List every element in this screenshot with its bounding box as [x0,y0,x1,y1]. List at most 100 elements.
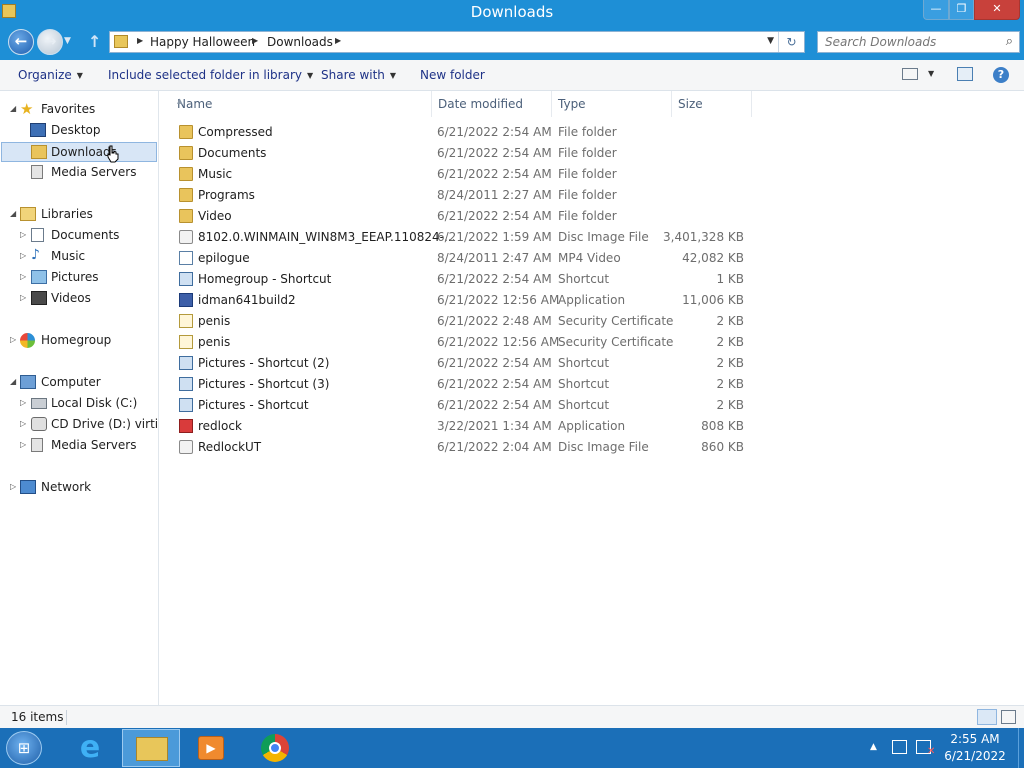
collapsed-arrow-icon[interactable]: ▷ [20,230,26,239]
command-bar: Organize ▼ Include selected folder in lib… [0,60,1024,91]
column-header-size[interactable]: Size [672,91,752,117]
show-desktop-button[interactable] [1018,728,1024,768]
file-name: idman641build2 [198,293,296,307]
up-button[interactable]: ↑ [88,32,101,51]
table-row[interactable]: redlock 3/22/2021 1:34 AM Application 808 K… [159,416,759,437]
table-row[interactable]: 8102.0.WINMAIN_WIN8M3_EEAP.110824-... 6/2… [159,227,759,248]
collapsed-arrow-icon[interactable]: ▷ [10,335,16,344]
taskbar-internet-explorer[interactable]: e [61,729,119,767]
breadcrumb-separator-icon[interactable]: ▶ [137,36,143,45]
table-row[interactable]: Pictures - Shortcut 6/21/2022 2:54 AM Shor… [159,395,759,416]
help-icon[interactable]: ? [993,67,1009,83]
include-in-library-button[interactable]: Include selected folder in library ▼ [108,68,313,82]
new-folder-button[interactable]: New folder [420,68,485,82]
collapsed-arrow-icon[interactable]: ▷ [20,272,26,281]
music-icon: ♪ [31,247,40,263]
nav-videos[interactable]: ▷ Videos [0,289,158,309]
file-type: Security Certificate [558,314,674,328]
table-row[interactable]: Music 6/21/2022 2:54 AM File folder [159,164,759,185]
start-button[interactable]: ⊞ [6,731,42,765]
breadcrumb-downloads[interactable]: Downloads [267,35,333,49]
clock-time[interactable]: 2:55 AM [940,732,1010,746]
file-date-modified: 6/21/2022 2:54 AM [437,167,552,181]
preview-pane-icon[interactable] [957,67,973,81]
file-date-modified: 6/21/2022 2:54 AM [437,125,552,139]
table-row[interactable]: Compressed 6/21/2022 2:54 AM File folder [159,122,759,143]
expanded-arrow-icon[interactable]: ◢ [10,209,16,218]
table-row[interactable]: Video 6/21/2022 2:54 AM File folder [159,206,759,227]
search-box[interactable]: ⌕ [817,31,1020,53]
breadcrumb-separator-icon[interactable]: ▶ [252,36,258,45]
breadcrumb-happy-halloween[interactable]: Happy Halloween [150,35,255,49]
nav-network[interactable]: ▷ Network [0,478,158,498]
nav-documents[interactable]: ▷ Documents [0,226,158,246]
file-list[interactable]: Name ▲ Date modified Type Size Compresse… [159,91,1024,705]
collapsed-arrow-icon[interactable]: ▷ [20,251,26,260]
nav-media-servers-computer[interactable]: ▷ Media Servers [0,436,158,456]
nav-favorites[interactable]: ◢ ★ Favorites [0,100,158,120]
details-view-icon[interactable] [977,709,997,725]
recent-locations-dropdown[interactable]: ▼ [64,36,71,46]
nav-music[interactable]: ▷ ♪ Music [0,247,158,267]
table-row[interactable]: Documents 6/21/2022 2:54 AM File folder [159,143,759,164]
table-row[interactable]: idman641build2 6/21/2022 12:56 AM Applicat… [159,290,759,311]
table-row[interactable]: Programs 8/24/2011 2:27 AM File folder [159,185,759,206]
search-input[interactable] [818,32,988,52]
taskbar-file-explorer[interactable] [122,729,180,767]
clock-date[interactable]: 6/21/2022 [940,749,1010,763]
table-row[interactable]: Pictures - Shortcut (2) 6/21/2022 2:54 AM… [159,353,759,374]
table-row[interactable]: epilogue 8/24/2011 2:47 AM MP4 Video 42,082… [159,248,759,269]
table-row[interactable]: RedlockUT 6/21/2022 2:04 AM Disc Image Fil… [159,437,759,458]
address-bar[interactable]: ▶ Happy Halloween ▶ Downloads ▶ ▼ ↻ [109,31,805,53]
view-options-dropdown-icon[interactable]: ▼ [928,69,934,78]
close-button[interactable]: ✕ [974,0,1020,20]
show-hidden-icons-icon[interactable]: ▲ [870,742,877,752]
collapsed-arrow-icon[interactable]: ▷ [10,482,16,491]
nav-media-servers-favorites[interactable]: Media Servers [0,163,158,183]
search-icon[interactable]: ⌕ [1006,34,1013,49]
collapsed-arrow-icon[interactable]: ▷ [20,440,26,449]
column-header-type[interactable]: Type [552,91,672,117]
forward-button[interactable]: → [37,29,63,55]
collapsed-arrow-icon[interactable]: ▷ [20,419,26,428]
network-tray-icon[interactable] [892,740,907,754]
organize-button[interactable]: Organize ▼ [18,68,83,82]
file-date-modified: 6/21/2022 1:59 AM [437,230,552,244]
minimize-button[interactable]: — [923,0,949,20]
file-name: Pictures - Shortcut (3) [198,377,330,391]
expanded-arrow-icon[interactable]: ◢ [10,377,16,386]
nav-local-disk[interactable]: ▷ Local Disk (C:) [0,394,158,414]
column-header-name[interactable]: Name ▲ [171,91,432,117]
taskbar-media-player[interactable]: ▶ [182,729,240,767]
nav-downloads[interactable]: Downloads [1,142,157,162]
table-row[interactable]: Homegroup - Shortcut 6/21/2022 2:54 AM Sho… [159,269,759,290]
table-row[interactable]: penis 6/21/2022 2:48 AM Security Certifica… [159,311,759,332]
nav-homegroup[interactable]: ▷ Homegroup [0,331,158,351]
table-row[interactable]: penis 6/21/2022 12:56 AM Security Certific… [159,332,759,353]
back-button[interactable]: ← [8,29,34,55]
column-header-date[interactable]: Date modified [432,91,552,117]
address-row: ← → ▼ ↑ ▶ Happy Halloween ▶ Downloads ▶ … [0,26,1024,60]
table-row[interactable]: Pictures - Shortcut (3) 6/21/2022 2:54 AM… [159,374,759,395]
nav-computer[interactable]: ◢ Computer [0,373,158,393]
taskbar-chrome[interactable] [246,729,304,767]
change-view-icon[interactable] [902,68,918,80]
address-dropdown-icon[interactable]: ▼ [767,36,774,46]
media-server-icon [31,438,43,452]
file-type: File folder [558,167,617,181]
file-name: Pictures - Shortcut [198,398,309,412]
maximize-button[interactable]: ❐ [949,0,974,20]
file-date-modified: 6/21/2022 2:54 AM [437,146,552,160]
nav-desktop[interactable]: Desktop [0,121,158,141]
navigation-pane[interactable]: ◢ ★ Favorites Desktop Downloads Media Se… [0,91,159,705]
collapsed-arrow-icon[interactable]: ▷ [20,293,26,302]
large-icons-view-icon[interactable] [1001,710,1016,724]
nav-cd-drive[interactable]: ▷ CD Drive (D:) virtio-w [0,415,158,435]
share-with-button[interactable]: Share with ▼ [321,68,396,82]
nav-libraries[interactable]: ◢ Libraries [0,205,158,225]
breadcrumb-separator-icon[interactable]: ▶ [335,36,341,45]
nav-pictures[interactable]: ▷ Pictures [0,268,158,288]
refresh-icon[interactable]: ↻ [778,32,804,52]
collapsed-arrow-icon[interactable]: ▷ [20,398,26,407]
expanded-arrow-icon[interactable]: ◢ [10,104,16,113]
